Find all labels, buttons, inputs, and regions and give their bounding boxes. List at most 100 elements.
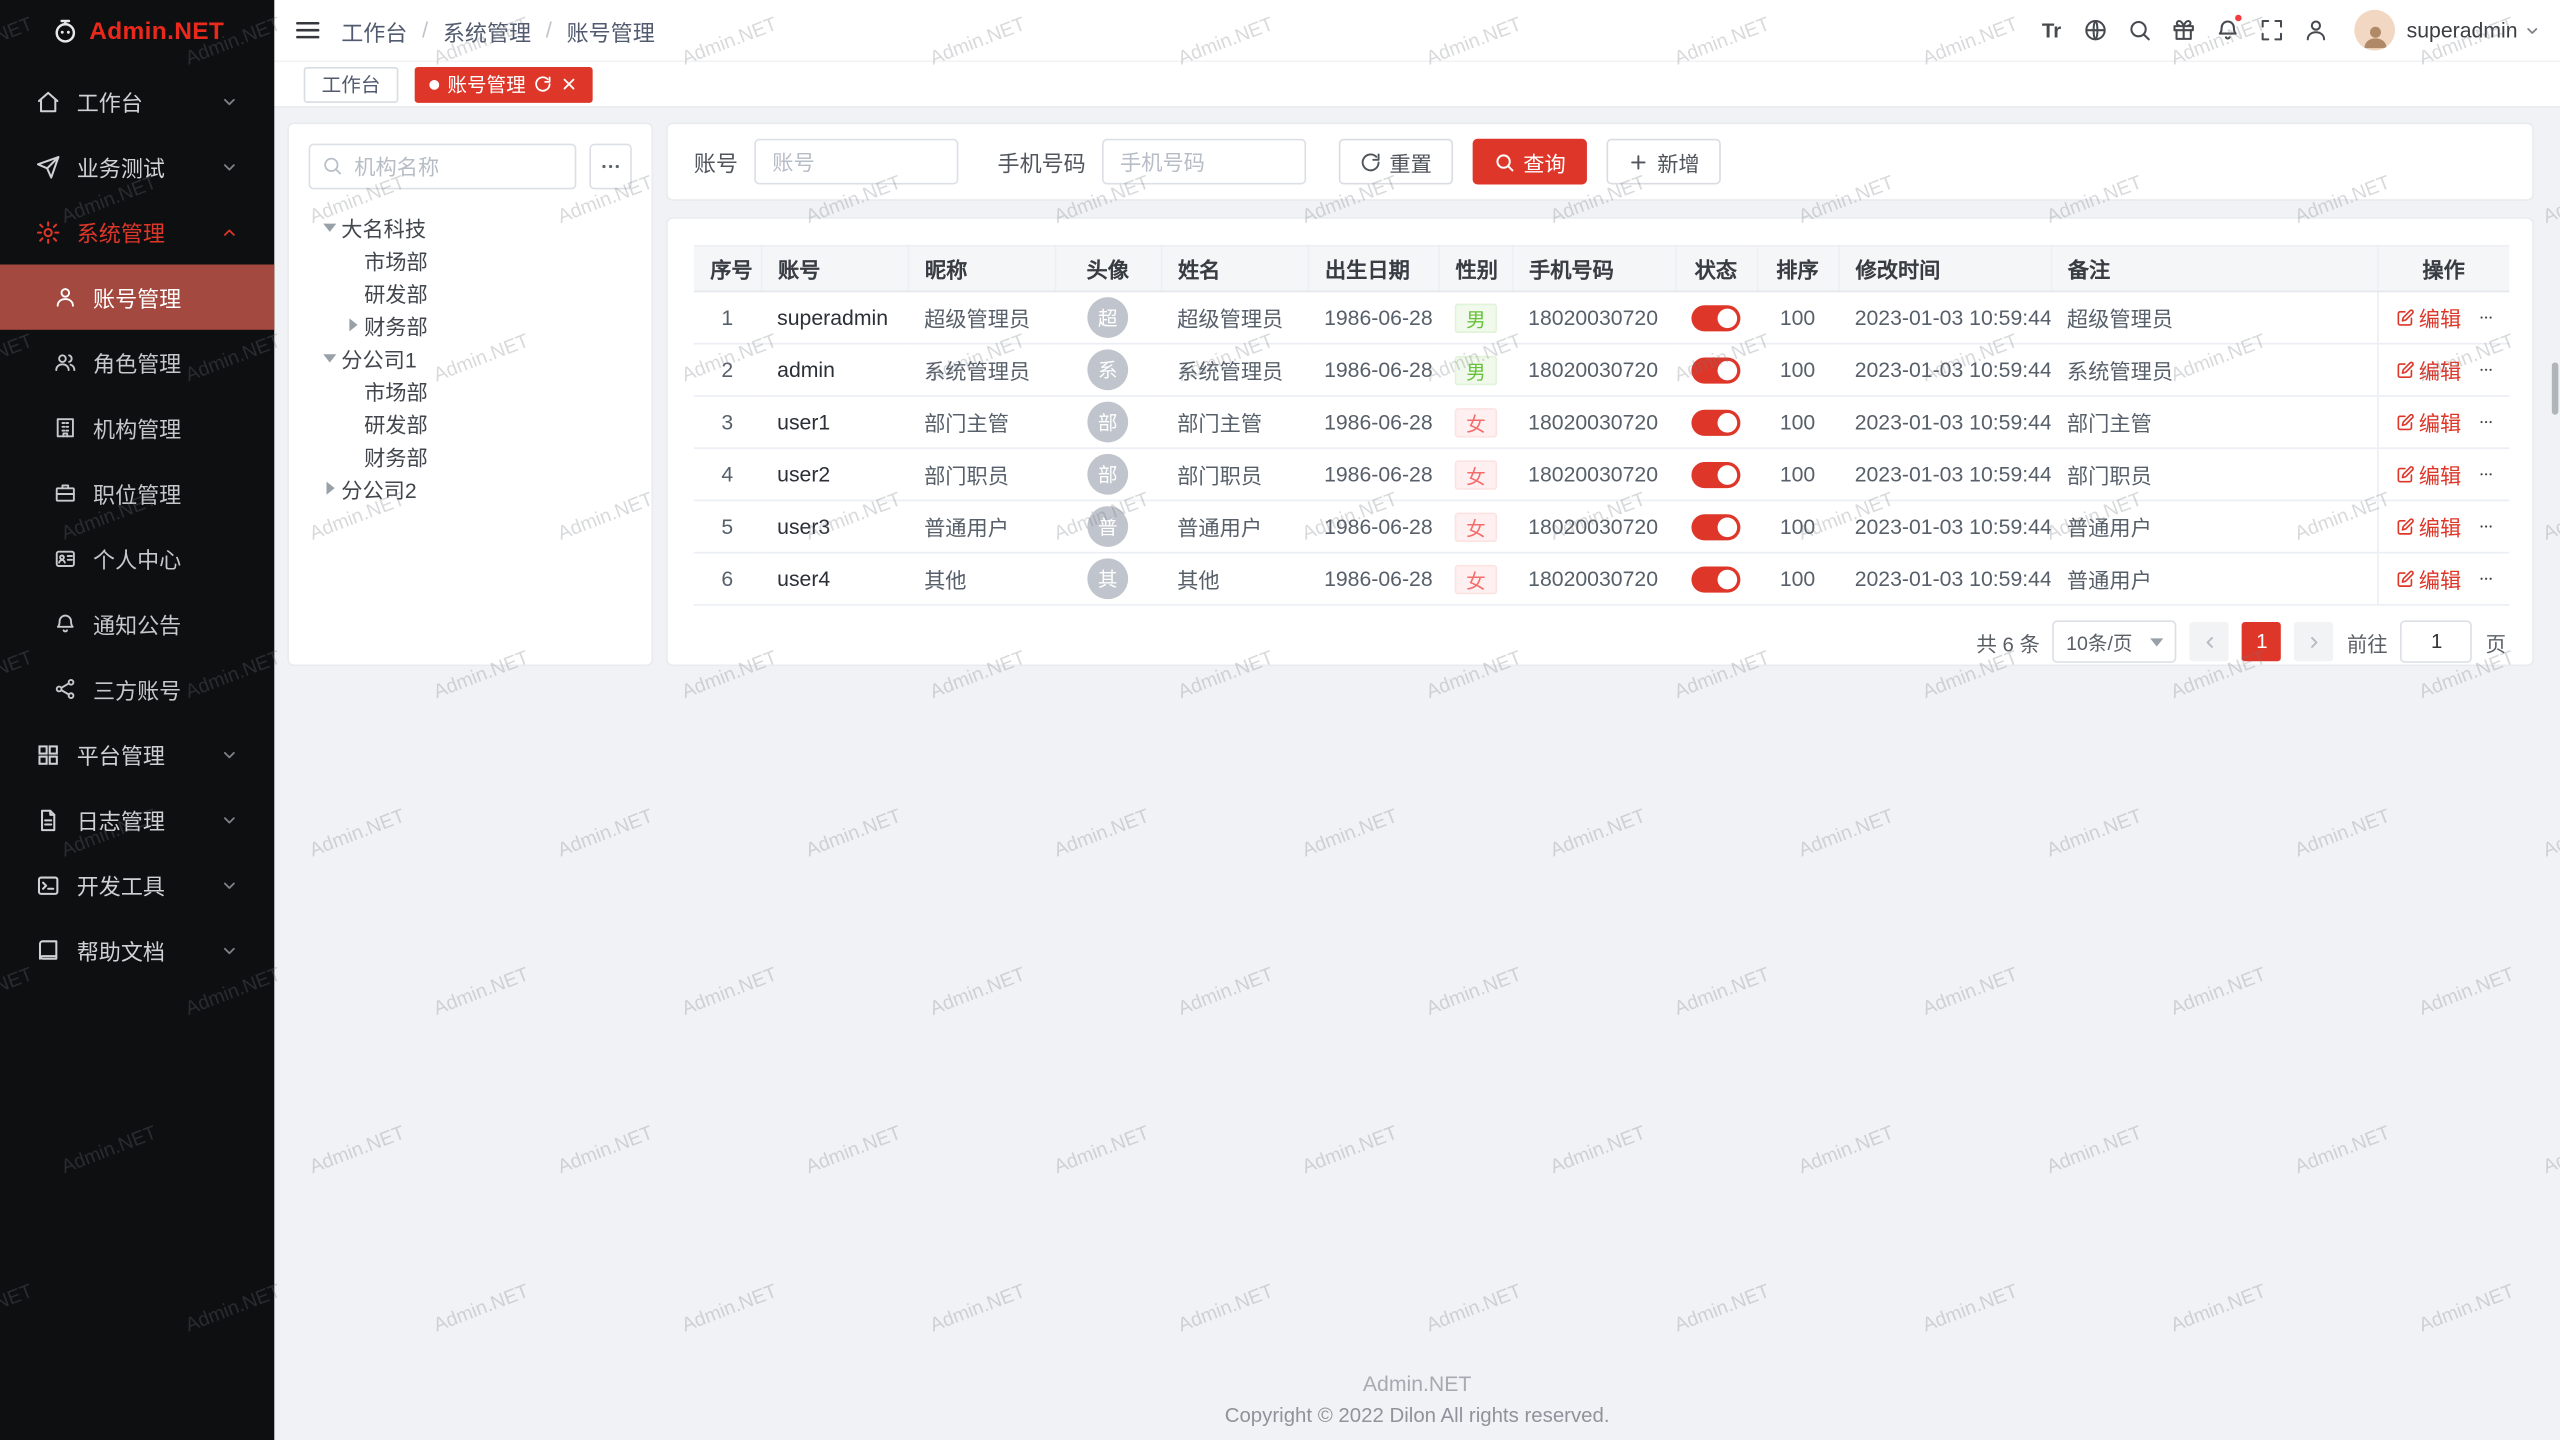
- col-sort: 排序: [1757, 246, 1839, 292]
- more-actions-icon[interactable]: [2478, 410, 2493, 434]
- edit-button[interactable]: 编辑: [2394, 407, 2461, 438]
- fullscreen-button[interactable]: [2250, 8, 2294, 52]
- edit-button[interactable]: 编辑: [2394, 511, 2461, 542]
- more-actions-icon[interactable]: [2478, 567, 2493, 591]
- cell-nickname: 部门职员: [908, 448, 1055, 500]
- add-button[interactable]: 新增: [1607, 139, 1721, 185]
- tree-node[interactable]: 财务部: [309, 309, 632, 342]
- global-search-button[interactable]: [2118, 8, 2162, 52]
- org-more-button[interactable]: [589, 144, 631, 190]
- cell-birthday: 1986-06-28: [1308, 448, 1439, 500]
- sidebar-item-log-management[interactable]: 日志管理: [0, 787, 274, 852]
- status-toggle[interactable]: [1691, 305, 1740, 331]
- cell-status: [1675, 500, 1757, 552]
- caret-down-icon[interactable]: [323, 353, 336, 361]
- reset-button[interactable]: 重置: [1339, 139, 1453, 185]
- sidebar-item-notice[interactable]: 通知公告: [0, 591, 274, 656]
- tree-node[interactable]: 市场部: [309, 243, 632, 276]
- tab-workbench[interactable]: 工作台: [304, 66, 399, 102]
- breadcrumb-item[interactable]: 系统管理: [443, 14, 531, 47]
- status-toggle[interactable]: [1691, 514, 1740, 540]
- hamburger-menu-icon[interactable]: [294, 16, 322, 44]
- org-search-input[interactable]: [309, 144, 577, 190]
- tree-node[interactable]: 大名科技: [309, 211, 632, 244]
- brand[interactable]: Admin.NET: [0, 0, 274, 62]
- tree-node[interactable]: 研发部: [309, 276, 632, 309]
- sidebar-item-platform-management[interactable]: 平台管理: [0, 722, 274, 787]
- sidebar-item-role-management[interactable]: 角色管理: [0, 330, 274, 395]
- next-page-button[interactable]: [2295, 622, 2334, 661]
- tree-node[interactable]: 分公司2: [309, 472, 632, 505]
- account-input[interactable]: [754, 139, 958, 185]
- sidebar-item-business-test[interactable]: 业务测试: [0, 134, 274, 199]
- refresh-icon[interactable]: [534, 75, 552, 93]
- status-toggle[interactable]: [1691, 566, 1740, 592]
- table-row[interactable]: 5 user3 普通用户 普 普通用户 1986-06-28 女 1802003…: [694, 500, 2510, 552]
- tree-node[interactable]: 分公司1: [309, 341, 632, 374]
- gift-icon: [2172, 18, 2196, 42]
- status-toggle[interactable]: [1691, 462, 1740, 488]
- table-row[interactable]: 4 user2 部门职员 部 部门职员 1986-06-28 女 1802003…: [694, 448, 2510, 500]
- chevron-down-icon[interactable]: [2524, 22, 2540, 38]
- sidebar-item-dev-tools[interactable]: 开发工具: [0, 852, 274, 917]
- tree-node[interactable]: 研发部: [309, 407, 632, 440]
- col-birthday: 出生日期: [1308, 246, 1439, 292]
- tree-node[interactable]: 财务部: [309, 439, 632, 472]
- caret-down-icon[interactable]: [323, 223, 336, 231]
- sidebar-item-position-management[interactable]: 职位管理: [0, 460, 274, 525]
- cell-actions: 编辑: [2377, 500, 2509, 552]
- status-toggle[interactable]: [1691, 409, 1740, 435]
- notification-button[interactable]: [2206, 8, 2250, 52]
- cell-status: [1675, 291, 1757, 343]
- goto-page-input[interactable]: [2401, 620, 2473, 662]
- table-row[interactable]: 1 superadmin 超级管理员 超 超级管理员 1986-06-28 男 …: [694, 291, 2510, 343]
- edit-button[interactable]: 编辑: [2394, 563, 2461, 594]
- sidebar-item-help-docs[interactable]: 帮助文档: [0, 918, 274, 983]
- sidebar-item-account-management[interactable]: 账号管理: [0, 264, 274, 329]
- more-actions-icon[interactable]: [2478, 358, 2493, 382]
- scrollbar-thumb[interactable]: [2552, 362, 2559, 414]
- terminal-icon: [36, 873, 60, 897]
- more-actions-icon[interactable]: [2478, 514, 2493, 538]
- table-row[interactable]: 2 admin 系统管理员 系 系统管理员 1986-06-28 男 18020…: [694, 344, 2510, 396]
- sidebar-item-thirdparty-account[interactable]: 三方账号: [0, 656, 274, 721]
- prev-page-button[interactable]: [2190, 622, 2229, 661]
- status-toggle[interactable]: [1691, 357, 1740, 383]
- page-size-select[interactable]: 10条/页: [2053, 620, 2177, 662]
- font-size-button[interactable]: Tr: [2029, 8, 2073, 52]
- cell-seq: 2: [694, 344, 761, 396]
- language-button[interactable]: [2074, 8, 2118, 52]
- phone-input[interactable]: [1102, 139, 1306, 185]
- edit-button[interactable]: 编辑: [2394, 354, 2461, 385]
- avatar: 超: [1087, 297, 1128, 338]
- caret-right-icon[interactable]: [326, 482, 334, 495]
- more-actions-icon[interactable]: [2478, 305, 2493, 329]
- user-avatar[interactable]: [2354, 10, 2395, 51]
- more-actions-icon[interactable]: [2478, 462, 2493, 486]
- table-row[interactable]: 3 user1 部门主管 部 部门主管 1986-06-28 女 1802003…: [694, 396, 2510, 448]
- breadcrumb-item[interactable]: 工作台: [341, 14, 407, 47]
- avatar: 普: [1087, 506, 1128, 547]
- sidebar-item-org-management[interactable]: 机构管理: [0, 395, 274, 460]
- tree-node[interactable]: 市场部: [309, 374, 632, 407]
- sidebar-item-label: 账号管理: [93, 281, 181, 314]
- cell-sort: 100: [1757, 344, 1839, 396]
- search-button[interactable]: 查询: [1473, 139, 1587, 185]
- fullscreen-icon: [2260, 18, 2284, 42]
- table-row[interactable]: 6 user4 其他 其 其他 1986-06-28 女 18020030720…: [694, 553, 2510, 605]
- main-content: 大名科技 市场部 研发部 财务部 分公司1 市场部 研发部 财务部 分公司2 账…: [274, 108, 2560, 1440]
- sidebar-item-system-management[interactable]: 系统管理: [0, 199, 274, 264]
- building-icon: [54, 416, 77, 439]
- gift-button[interactable]: [2162, 8, 2206, 52]
- caret-right-icon[interactable]: [349, 318, 357, 331]
- tab-account-management[interactable]: 账号管理: [415, 66, 593, 102]
- username[interactable]: superadmin: [2407, 18, 2518, 42]
- edit-button[interactable]: 编辑: [2394, 302, 2461, 333]
- user-settings-button[interactable]: [2294, 8, 2338, 52]
- sidebar-item-workbench[interactable]: 工作台: [0, 69, 274, 134]
- edit-button[interactable]: 编辑: [2394, 459, 2461, 490]
- close-icon[interactable]: [560, 75, 578, 93]
- current-page-button[interactable]: 1: [2242, 622, 2281, 661]
- sidebar-item-personal-center[interactable]: 个人中心: [0, 526, 274, 591]
- sidebar-item-label: 角色管理: [93, 346, 181, 379]
